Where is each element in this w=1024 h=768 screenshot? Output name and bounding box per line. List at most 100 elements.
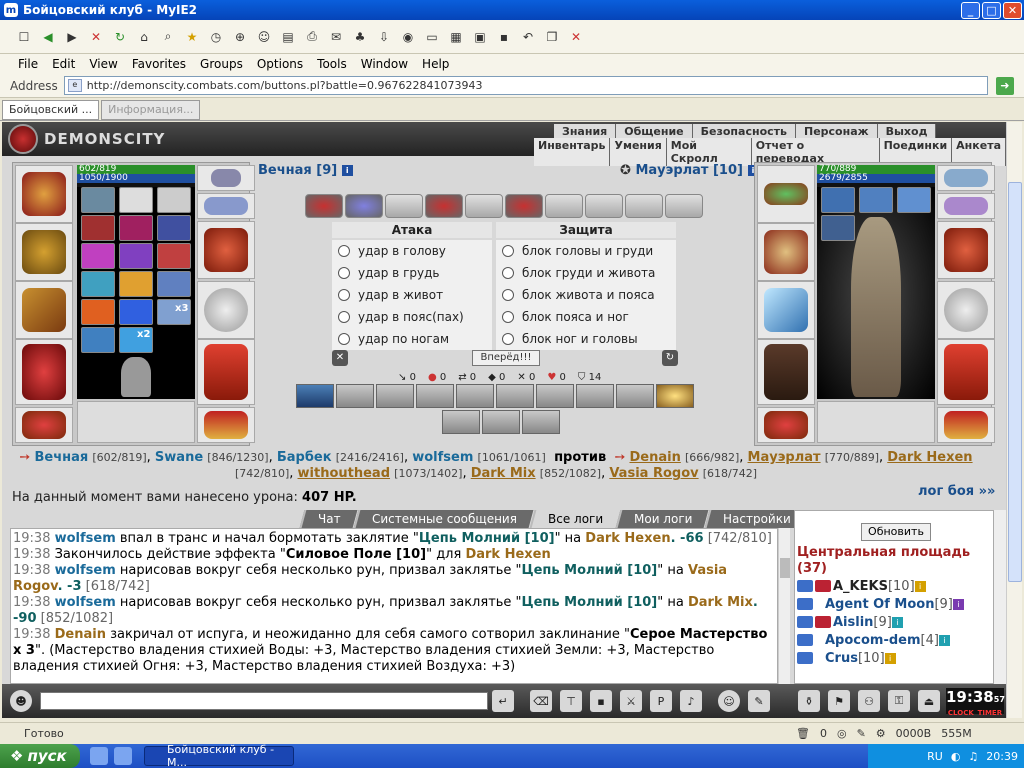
skill-slot[interactable] (536, 384, 574, 408)
amulet-slot[interactable] (937, 165, 995, 191)
info-icon[interactable]: i (938, 634, 950, 646)
download-icon[interactable]: ⇩ (374, 27, 394, 47)
effect-icon[interactable] (119, 299, 153, 325)
effect-icon[interactable] (119, 243, 153, 269)
effect-icon[interactable] (81, 299, 115, 325)
team-member[interactable]: wolfsem (412, 450, 473, 465)
tree-icon[interactable]: ♣ (350, 27, 370, 47)
menu-view[interactable]: View (89, 57, 117, 71)
rings-slot[interactable] (937, 193, 995, 219)
info-icon[interactable]: i (891, 616, 903, 628)
skill-slot[interactable] (442, 410, 480, 434)
nav-inventory[interactable]: Инвентарь (534, 138, 611, 166)
info-icon[interactable]: i (952, 598, 964, 610)
scroll-slot[interactable] (665, 194, 703, 218)
browser-icon[interactable] (114, 747, 132, 765)
start-button[interactable]: ❖ пуск (0, 744, 80, 768)
nav-exit[interactable]: Выход (878, 124, 937, 139)
room-user[interactable]: Agent Of Moon [9] i (797, 595, 993, 613)
menu-edit[interactable]: Edit (52, 57, 75, 71)
save-log-icon[interactable]: ▪ (590, 690, 612, 712)
accessory-slots[interactable] (817, 401, 935, 443)
menu-options[interactable]: Options (257, 57, 303, 71)
effect-icon[interactable] (157, 215, 191, 241)
tab-my-logs[interactable]: Мои логи (615, 510, 709, 528)
history-icon[interactable]: ◷ (206, 27, 226, 47)
radio-button[interactable] (502, 311, 514, 323)
tab-info[interactable]: Информация... (101, 99, 201, 120)
skill-slot[interactable] (336, 384, 374, 408)
scroll-slot[interactable] (305, 194, 343, 218)
send-icon[interactable]: ↵ (492, 690, 514, 712)
close-button[interactable]: ✕ (1003, 2, 1022, 19)
search-icon[interactable]: ⌕ (158, 27, 178, 47)
translit-icon[interactable]: ✎ (748, 690, 770, 712)
radio-button[interactable] (338, 311, 350, 323)
smiley-icon[interactable]: ☺ (718, 690, 740, 712)
room-scrollbar[interactable] (994, 510, 1006, 684)
radio-button[interactable] (502, 245, 514, 257)
maximize-button[interactable]: □ (982, 2, 1001, 19)
effect-icon[interactable] (119, 187, 153, 213)
effect-icon[interactable] (821, 215, 855, 241)
info-icon[interactable]: i (884, 652, 896, 664)
forward-button[interactable]: Вперёд!!! (472, 350, 540, 366)
save-icon[interactable]: ▪ (494, 27, 514, 47)
radio-button[interactable] (502, 333, 514, 345)
skill-slot[interactable] (496, 384, 534, 408)
gloves-slot[interactable] (197, 221, 255, 279)
chat-input[interactable] (40, 692, 488, 710)
helmet-slot[interactable] (757, 165, 815, 223)
left-character-name[interactable]: Вечная [9] i (258, 163, 353, 178)
skill-slot[interactable] (576, 384, 614, 408)
attack-option[interactable]: удар в грудь (332, 262, 492, 284)
effect-icon[interactable] (81, 327, 115, 353)
effect-icon[interactable] (81, 215, 115, 241)
team-member[interactable]: Vasia Rogov (609, 466, 698, 481)
nav-communication[interactable]: Общение (616, 124, 693, 139)
scroll-slot[interactable] (345, 194, 383, 218)
team-member[interactable]: Swane (155, 450, 203, 465)
team-member[interactable]: Барбек (277, 450, 332, 465)
bracers-slot[interactable] (757, 223, 815, 281)
defense-option[interactable]: блок пояса и ног (496, 306, 676, 328)
skill-slot[interactable] (376, 384, 414, 408)
room-user[interactable]: Aislin [9] i (797, 613, 993, 631)
music-icon[interactable]: ♪ (680, 690, 702, 712)
language-indicator[interactable]: RU (927, 750, 943, 763)
tray-icon[interactable]: ◐ (951, 750, 961, 763)
nav-my-scroll[interactable]: Мой Скролл (667, 138, 752, 166)
shield-slot[interactable] (937, 281, 995, 339)
armor-slot[interactable] (15, 339, 73, 405)
menu-file[interactable]: File (18, 57, 38, 71)
effect-icon[interactable] (81, 187, 115, 213)
tab-chat[interactable]: Чат (299, 510, 357, 528)
print-icon[interactable]: ⎙ (302, 27, 322, 47)
skill-slot[interactable] (416, 384, 454, 408)
menu-help[interactable]: Help (422, 57, 449, 71)
attack-option[interactable]: удар по ногам (332, 328, 492, 350)
team-member[interactable]: Dark Hexen (887, 450, 972, 465)
defense-option[interactable]: блок головы и груди (496, 240, 676, 262)
copy-icon[interactable]: ❐ (542, 27, 562, 47)
team-member[interactable]: Мауэрлат (748, 450, 821, 465)
battle-log-link[interactable]: лог боя »» (918, 484, 995, 499)
weapon-slot[interactable] (15, 281, 73, 339)
effect-icon[interactable] (157, 243, 191, 269)
tab-settings[interactable]: Настройки (704, 510, 808, 528)
filter-icon[interactable]: ⊤ (560, 690, 582, 712)
skill-slot[interactable] (522, 410, 560, 434)
trash-icon[interactable]: 🗑 (796, 727, 810, 740)
ie-icon[interactable] (90, 747, 108, 765)
effect-icon[interactable] (81, 271, 115, 297)
volume-icon[interactable]: ♫ (968, 750, 978, 763)
scroll-slot[interactable] (425, 194, 463, 218)
page-scrollbar[interactable] (1006, 122, 1022, 718)
effect-icon[interactable] (157, 271, 191, 297)
new-page-icon[interactable]: ☐ (14, 27, 34, 47)
defense-option[interactable]: блок ног и головы (496, 328, 676, 350)
refresh-battle-icon[interactable]: ↻ (662, 350, 678, 366)
amulet-slot[interactable] (197, 165, 255, 191)
brush-icon[interactable]: ✎ (857, 727, 866, 740)
scroll-slot[interactable] (385, 194, 423, 218)
